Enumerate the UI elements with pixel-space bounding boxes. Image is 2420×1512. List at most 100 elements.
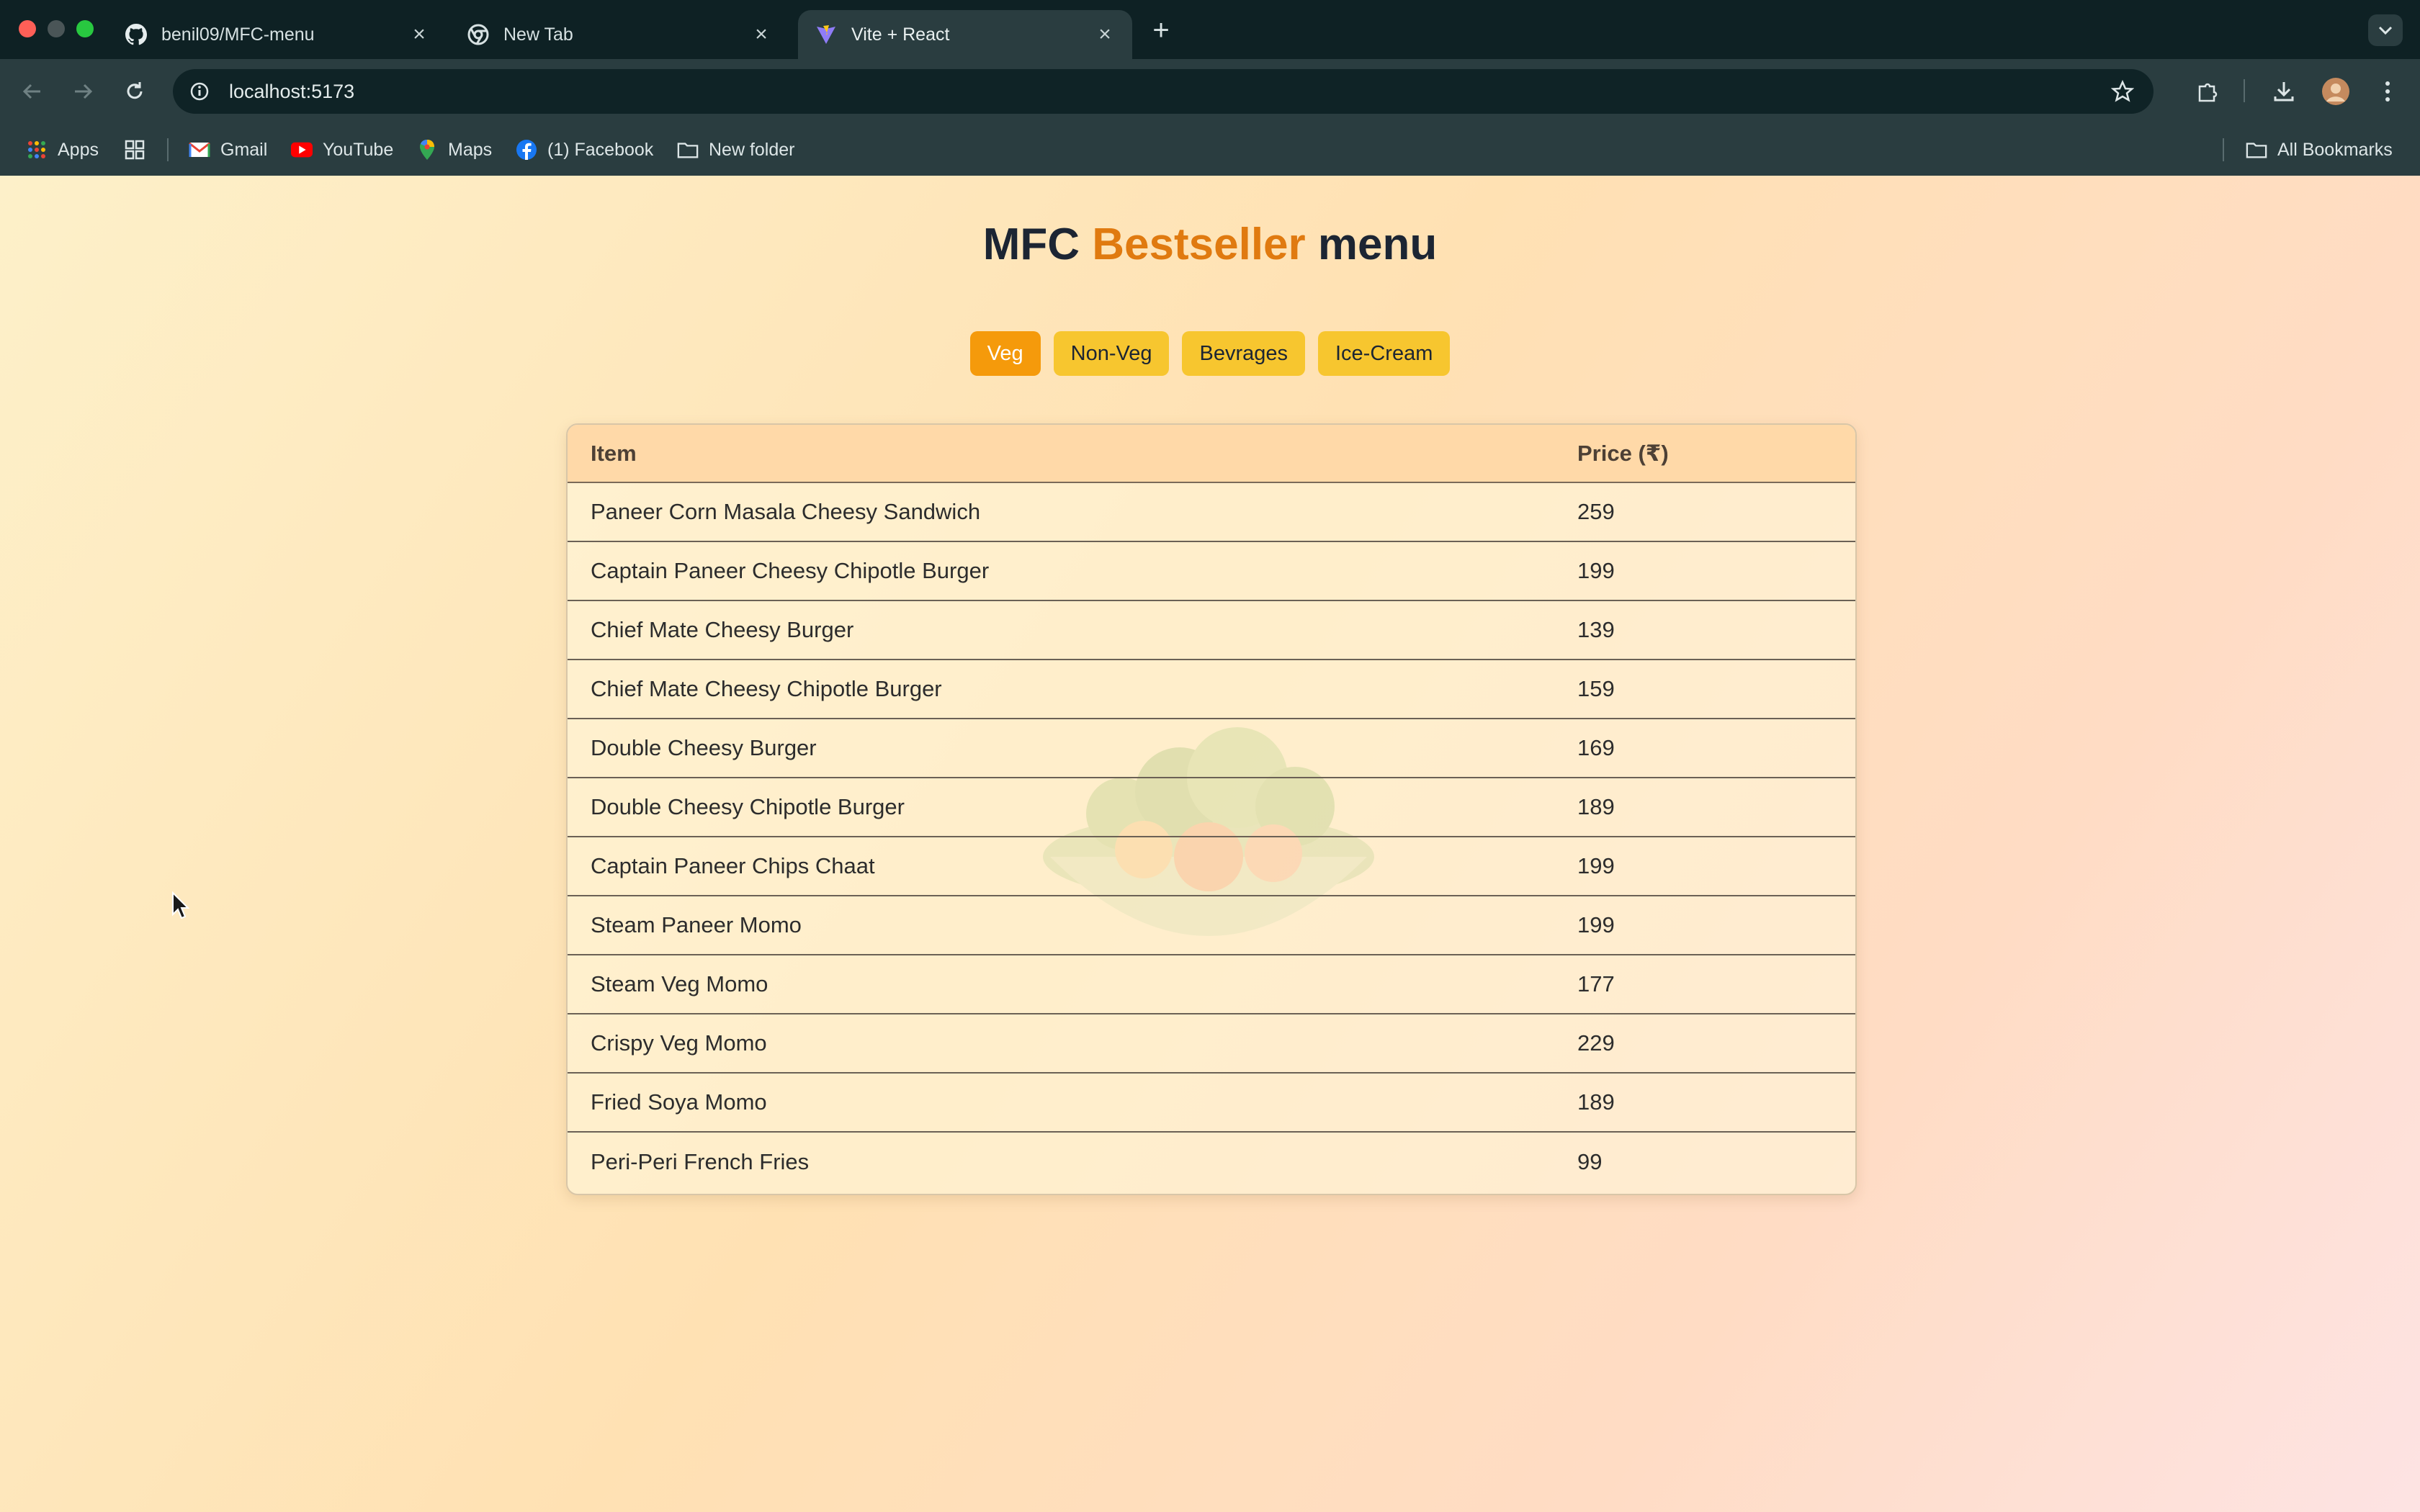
facebook-icon [516,139,537,161]
item-name: Chief Mate Cheesy Burger [568,600,1577,660]
item-name: Captain Paneer Cheesy Chipotle Burger [568,541,1577,601]
table-row: Crispy Veg Momo 229 [568,1014,1855,1074]
bookmark-label: Maps [448,139,493,160]
forward-button[interactable] [66,75,99,108]
tab-title: New Tab [503,24,573,45]
tab-title: benil09/MFC-menu [161,24,315,45]
table-row: Captain Paneer Chips Chaat 199 [568,837,1855,896]
item-name: Captain Paneer Chips Chaat [568,837,1577,896]
folder-icon [677,139,699,161]
table-header-row: Item Price (₹) [568,425,1855,483]
bookmark-label: New folder [709,139,795,160]
bookmark-gmail[interactable]: Gmail [189,124,267,176]
item-name: Paneer Corn Masala Cheesy Sandwich [568,482,1577,542]
tab-search-button[interactable] [2368,14,2403,46]
tab-github[interactable]: benil09/MFC-menu × [108,10,447,59]
item-price: 139 [1577,600,1855,660]
folder-icon [2246,139,2267,161]
address-bar[interactable]: localhost:5173 [173,69,2154,114]
download-icon[interactable] [2267,75,2300,108]
table-row: Chief Mate Cheesy Chipotle Burger 159 [568,660,1855,719]
category-filters: Veg Non-Veg Bevrages Ice-Cream [0,331,2420,376]
column-header-item: Item [568,425,1577,483]
item-price: 199 [1577,896,1855,955]
item-price: 229 [1577,1014,1855,1074]
tab-vite-react[interactable]: Vite + React × [798,10,1132,59]
table-row: Steam Paneer Momo 199 [568,896,1855,955]
item-price: 259 [1577,482,1855,542]
bookmark-facebook[interactable]: (1) Facebook [516,124,653,176]
chrome-icon [467,24,489,45]
new-tab-button[interactable]: + [1145,14,1177,46]
filter-veg-button[interactable]: Veg [969,331,1041,376]
bookmark-divider [167,138,169,161]
menu-table: Item Price (₹) Paneer Corn Masala Cheesy… [568,425,1855,1191]
menu-table-container: Item Price (₹) Paneer Corn Masala Cheesy… [566,423,1857,1195]
mouse-cursor-icon [172,891,190,919]
item-name: Peri-Peri French Fries [591,1148,810,1174]
back-button[interactable] [16,75,49,108]
url-text: localhost:5173 [229,80,355,102]
filter-bevrages-button[interactable]: Bevrages [1182,331,1305,376]
profile-avatar[interactable] [2319,75,2352,108]
item-name: Double Cheesy Burger [568,719,1577,778]
site-info-icon[interactable] [187,79,212,104]
tab-groups-button[interactable] [124,124,156,176]
column-header-price: Price (₹) [1577,425,1855,483]
page-content: MFC Bestseller menu Veg Non-Veg Bevrages… [0,176,2420,1512]
close-icon[interactable]: × [409,22,429,46]
bookmark-maps[interactable]: Maps [416,124,492,176]
item-price: 199 [1577,541,1855,601]
reload-button[interactable] [118,75,151,108]
table-row: Peri-Peri French Fries 99 [568,1132,1855,1191]
item-name: Double Cheesy Chipotle Burger [568,778,1577,837]
more-menu-icon[interactable] [2371,75,2404,108]
filter-non-veg-button[interactable]: Non-Veg [1053,331,1170,376]
maximize-window-button[interactable] [76,20,94,37]
browser-toolbar: localhost:5173 [0,59,2420,124]
item-name: Chief Mate Cheesy Chipotle Burger [568,660,1577,719]
close-icon[interactable]: × [1095,22,1115,46]
table-row: Steam Veg Momo 177 [568,955,1855,1014]
title-brand: MFC [982,220,1080,269]
table-row: Double Cheesy Burger 169 [568,719,1855,778]
bookmark-divider [2223,138,2224,161]
tab-new-tab[interactable]: New Tab × [450,10,789,59]
grid-icon [124,139,145,161]
bookmark-youtube[interactable]: YouTube [291,124,393,176]
all-bookmarks-label: All Bookmarks [2277,139,2393,160]
minimize-window-button[interactable] [48,20,65,37]
table-row: Double Cheesy Chipotle Burger 189 [568,778,1855,837]
page-title: MFC Bestseller menu [0,219,2420,270]
bookmark-label: Gmail [220,139,268,160]
filter-ice-cream-button[interactable]: Ice-Cream [1318,331,1451,376]
youtube-icon [291,139,313,161]
tab-title: Vite + React [851,24,950,45]
item-name: Fried Soya Momo [568,1073,1577,1133]
item-price: 177 [1577,955,1855,1014]
bookmark-label: Apps [58,139,99,160]
apps-grid-icon [26,139,48,161]
bookmark-label: (1) Facebook [547,139,654,160]
bookmark-star-icon[interactable] [2110,79,2135,104]
table-row: Chief Mate Cheesy Burger 139 [568,600,1855,660]
title-suffix: menu [1317,220,1438,269]
bookmark-apps[interactable]: Apps [26,124,99,176]
item-name: Steam Paneer Momo [568,896,1577,955]
item-price: 199 [1577,837,1855,896]
toolbar-divider [2244,79,2245,102]
item-price: 189 [1577,778,1855,837]
reload-icon [127,82,143,99]
bookmark-new-folder[interactable]: New folder [677,124,795,176]
tab-bar: benil09/MFC-menu × New Tab × Vite + Reac… [0,0,2420,59]
bookmarks-bar: Apps Gmail YouTube Maps (1) Facebook New… [0,124,2420,176]
title-accent: Bestseller [1092,220,1306,269]
close-icon[interactable]: × [751,22,771,46]
gmail-icon [189,139,210,161]
item-price: 159 [1577,660,1855,719]
all-bookmarks-button[interactable]: All Bookmarks [2246,124,2393,176]
extensions-icon[interactable] [2191,75,2224,108]
github-icon [125,24,147,45]
close-window-button[interactable] [19,20,36,37]
chevron-down-icon [2378,26,2393,35]
